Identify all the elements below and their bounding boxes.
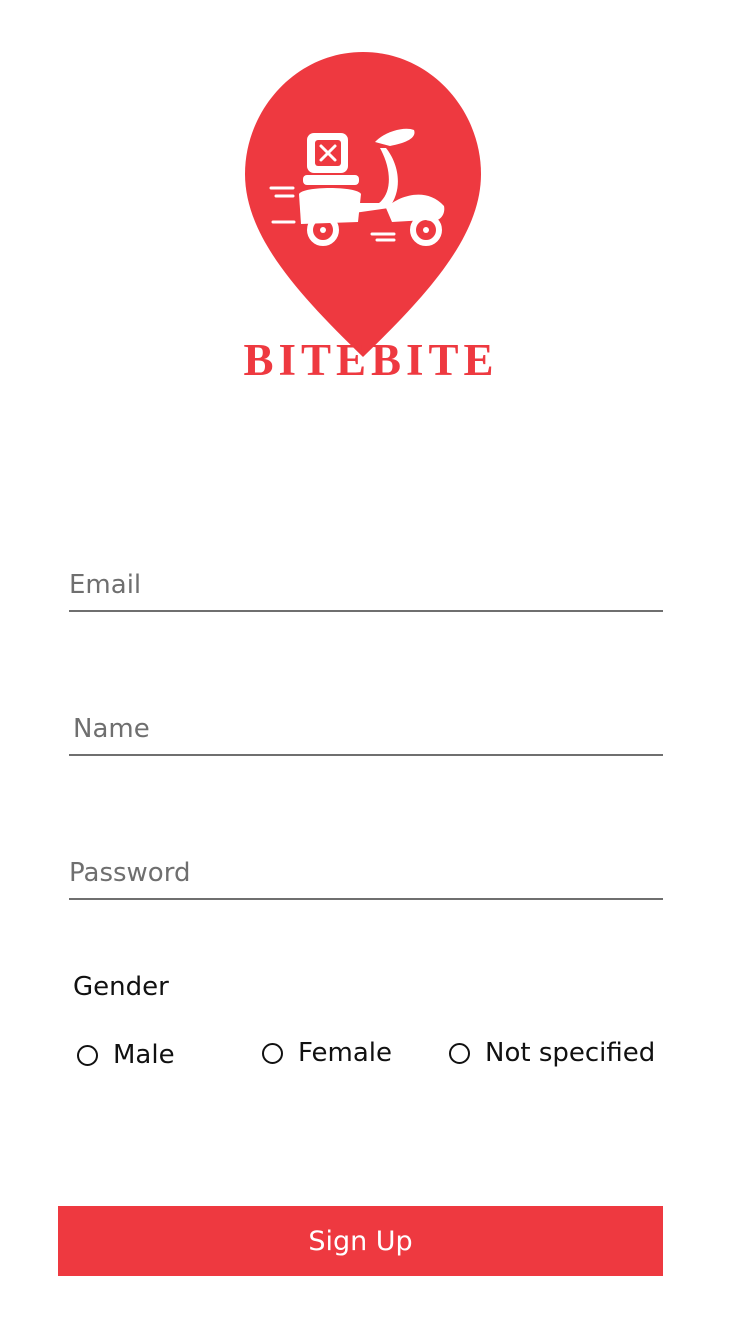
bitebite-logo-text: BITEBITE <box>243 335 499 385</box>
sign-up-button[interactable]: Sign Up <box>58 1206 663 1276</box>
gender-option-not-specified[interactable]: Not specified <box>449 1038 655 1068</box>
radio-unselected-icon[interactable] <box>262 1042 283 1064</box>
gender-option-label: Female <box>298 1038 393 1068</box>
name-field[interactable] <box>69 692 667 756</box>
gender-option-female[interactable]: Female <box>262 1038 392 1068</box>
email-field[interactable] <box>69 548 663 612</box>
gender-option-label: Male <box>113 1040 175 1070</box>
gender-option-label: Not specified <box>485 1038 656 1068</box>
password-input[interactable] <box>69 858 663 888</box>
radio-unselected-icon[interactable] <box>77 1044 98 1066</box>
name-input[interactable] <box>73 714 667 744</box>
password-field[interactable] <box>69 836 663 900</box>
gender-option-male[interactable]: Male <box>77 1040 175 1070</box>
gender-label: Gender <box>73 972 169 1002</box>
email-input[interactable] <box>69 570 663 600</box>
radio-unselected-icon[interactable] <box>449 1042 470 1064</box>
bitebite-logo: BITEBITE <box>226 48 516 428</box>
